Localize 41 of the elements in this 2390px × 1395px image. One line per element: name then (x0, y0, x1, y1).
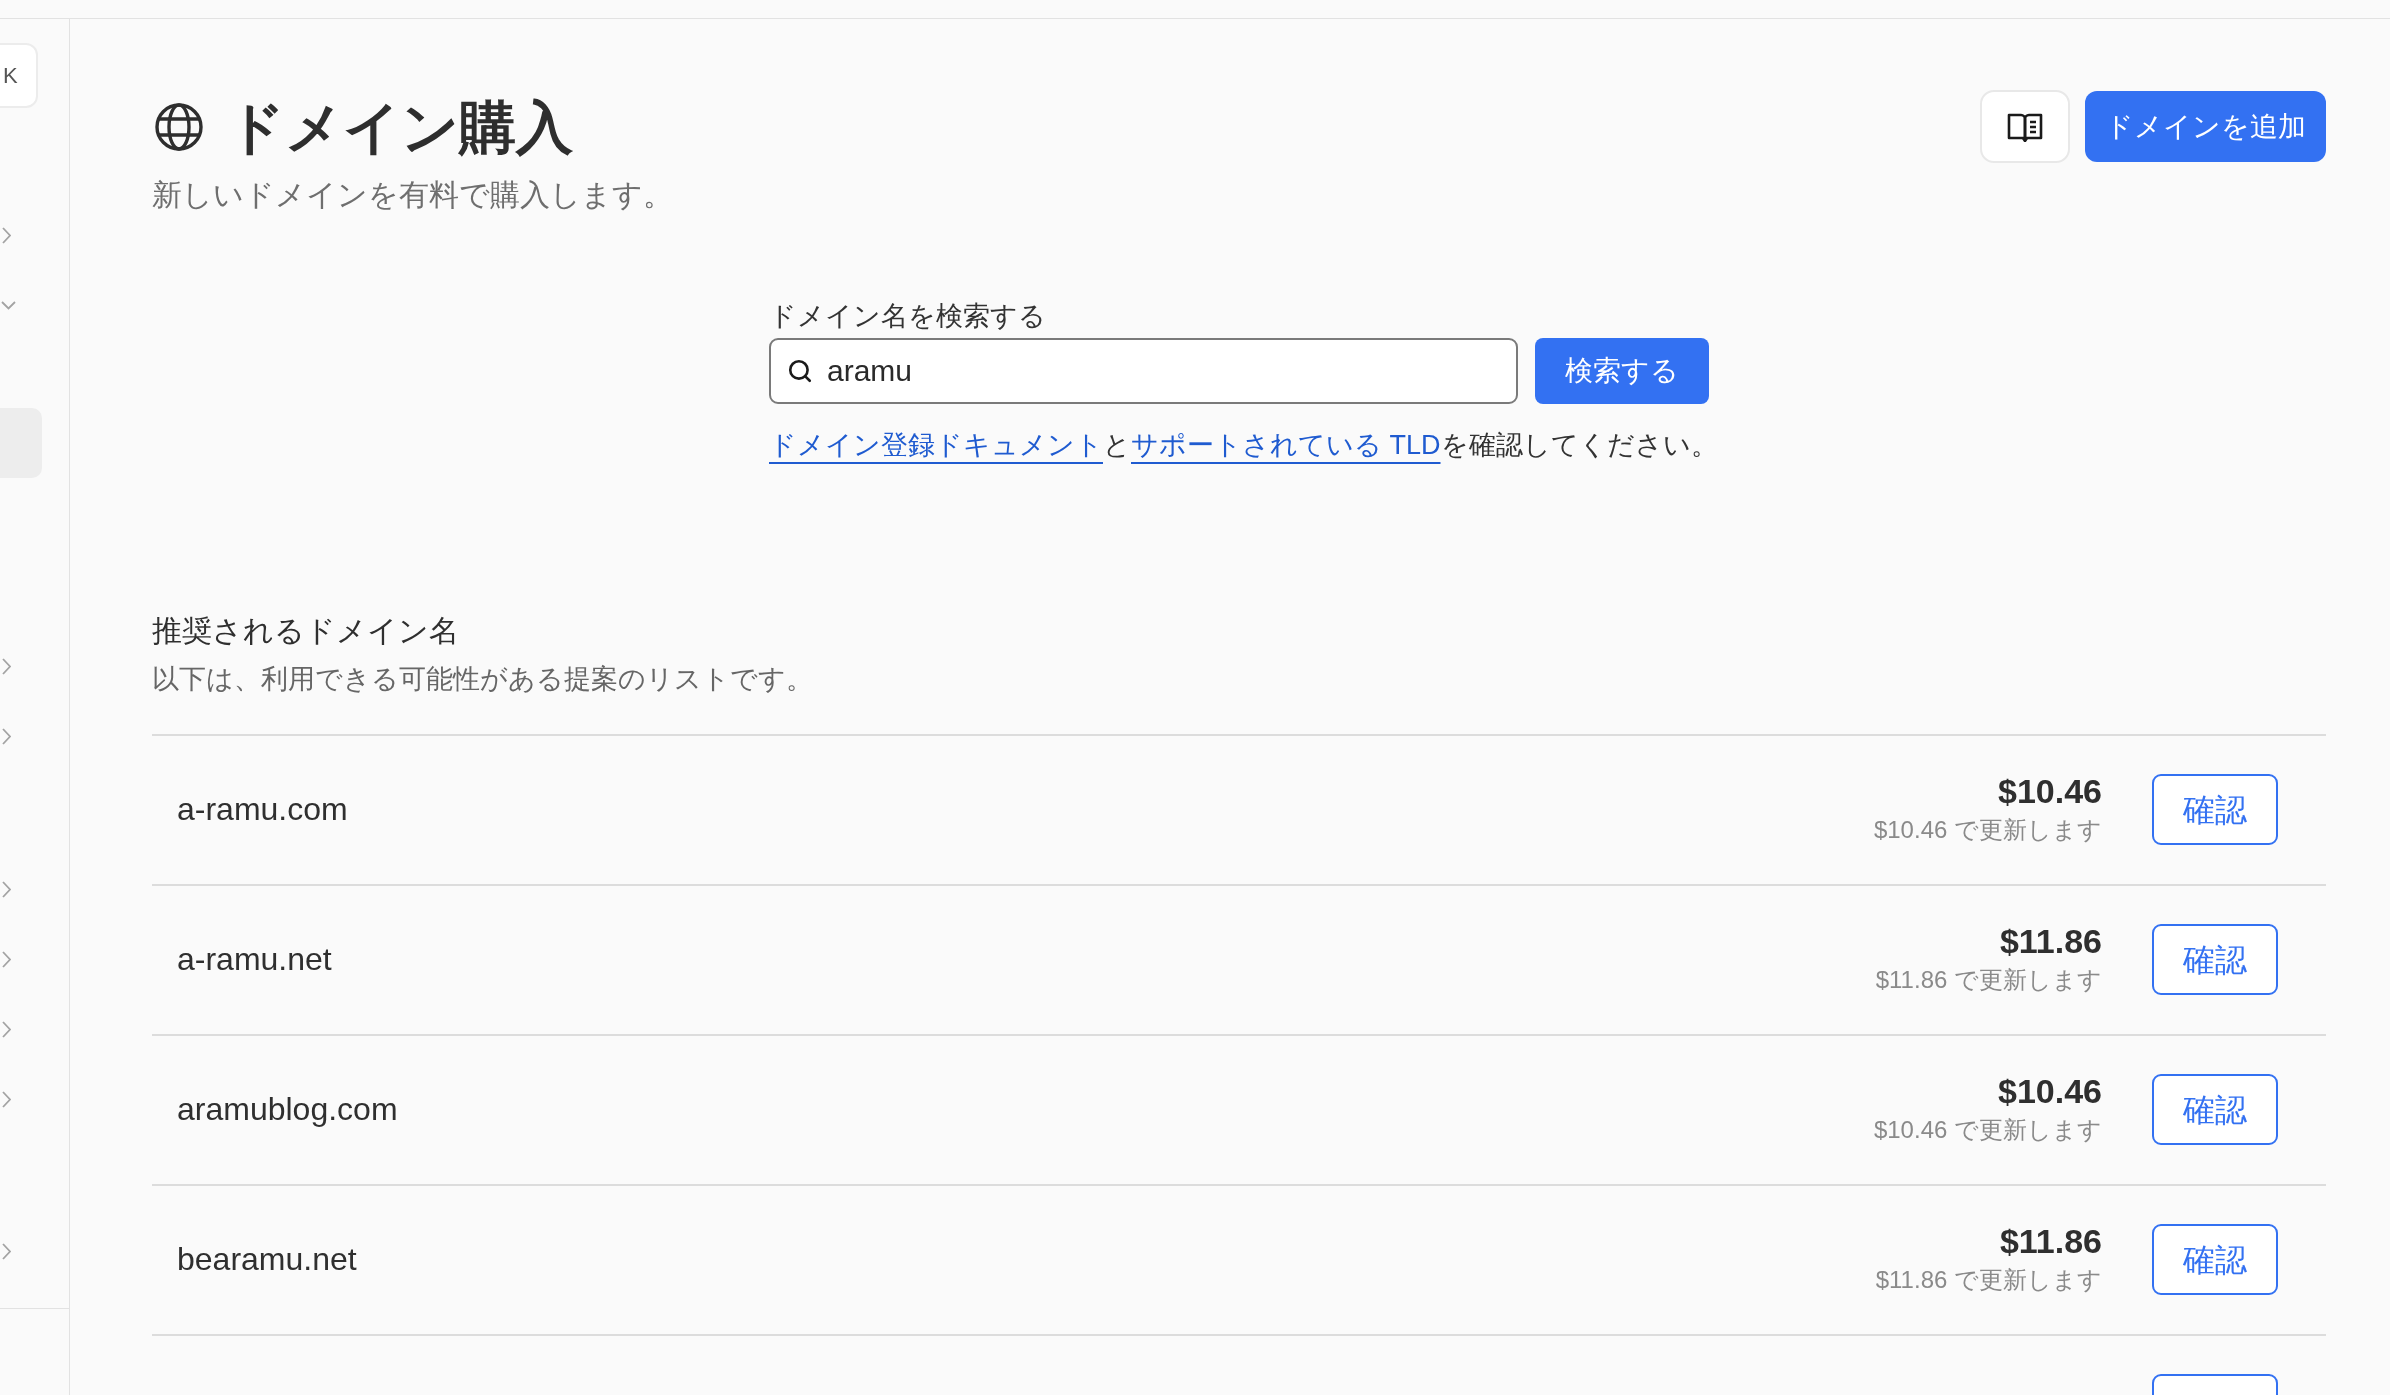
renewal-price: $10.46 で更新します (1873, 815, 2102, 845)
section-title: 推奨されるドメイン名 (152, 613, 459, 649)
confirm-button[interactable]: 確認 (2152, 774, 2278, 845)
search-button[interactable]: 検索する (1535, 338, 1709, 404)
add-domain-button[interactable]: ドメインを追加 (2085, 91, 2326, 162)
renewal-price: $10.46 で更新します (1873, 1115, 2102, 1145)
chevron-right-icon[interactable] (2, 1090, 11, 1108)
link[interactable]: ドメイン登録ドキュメント (769, 430, 1103, 460)
domain-name: bearamu.net (177, 1240, 357, 1279)
chevron-right-icon[interactable] (2, 880, 11, 898)
renewal-price: $11.86 で更新します (1875, 965, 2102, 995)
globe-icon (155, 102, 203, 151)
page-title: ドメイン購入 (227, 93, 573, 160)
chevron-right-icon[interactable] (2, 226, 11, 244)
confirm-button[interactable]: 確認 (2152, 1074, 2278, 1145)
link[interactable]: サポートされている TLD (1131, 430, 1441, 460)
help-text: ドメイン登録ドキュメント と サポートされている TLDを確認してください。 (769, 429, 1718, 462)
chevron-right-icon[interactable] (2, 1020, 11, 1038)
docs-button[interactable] (1980, 90, 2070, 163)
domain-name: a-ramu.net (177, 940, 332, 979)
confirm-button[interactable]: 確認 (2152, 1224, 2278, 1295)
chevron-right-icon[interactable] (2, 1242, 11, 1260)
search-field[interactable]: aramu (769, 338, 1518, 404)
chevron-right-icon[interactable] (2, 727, 11, 745)
domain-name: a-ramu.com (177, 790, 348, 829)
confirm-button[interactable]: 確認 (2152, 924, 2278, 995)
price: $10.46 (1998, 771, 2102, 812)
domain-name: aramublog.com (177, 1090, 398, 1129)
price: $10.46 (1998, 1071, 2102, 1112)
chevron-down-icon[interactable] (1, 300, 16, 310)
price: $11.86 (1999, 1221, 2102, 1262)
chevron-right-icon[interactable] (2, 950, 11, 968)
section-description: 以下は、利用できる可能性がある提案のリストです。 (152, 663, 813, 696)
price: $11.86 (1999, 921, 2102, 962)
renewal-price: $11.86 で更新します (1875, 1265, 2102, 1295)
page-subtitle: 新しいドメインを有料で購入します。 (152, 177, 673, 213)
search-label: ドメイン名を検索する (769, 300, 1046, 333)
shortcut-button[interactable]: K (0, 43, 38, 108)
search-icon (787, 358, 813, 384)
chevron-right-icon[interactable] (2, 657, 11, 675)
book-icon (2007, 111, 2043, 142)
